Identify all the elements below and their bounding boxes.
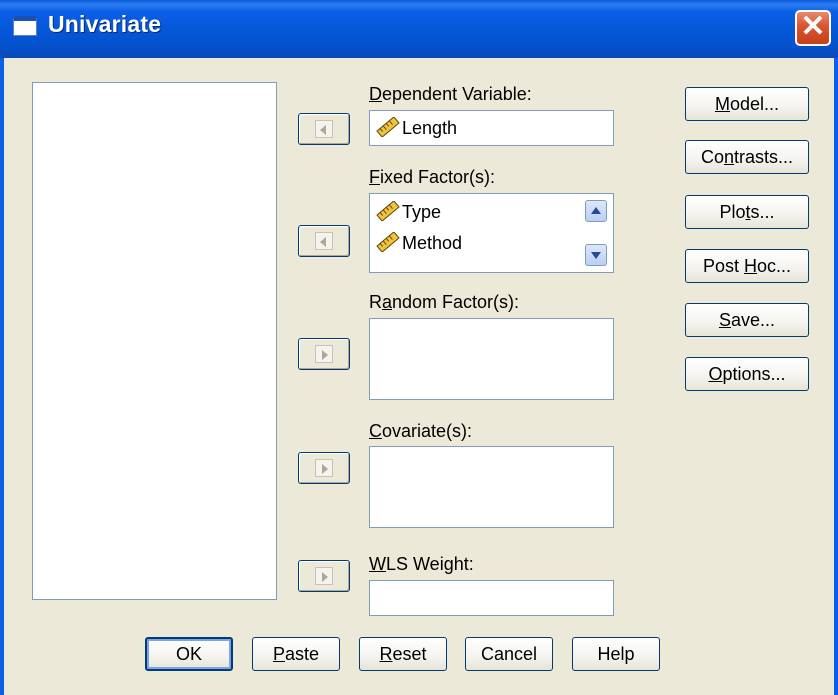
dependent-variable-field[interactable]: Length	[369, 110, 614, 146]
model-button[interactable]: Model...	[685, 87, 809, 121]
covariates-list[interactable]	[369, 446, 614, 528]
reset-button[interactable]: Reset	[359, 637, 447, 671]
source-variable-list[interactable]	[32, 82, 277, 600]
help-button[interactable]: Help	[572, 637, 660, 671]
window-border-left	[0, 58, 4, 695]
univariate-dialog: Univariate ✕ Dependent Variable: Length …	[0, 0, 838, 695]
dependent-variable-label: Dependent Variable:	[369, 84, 532, 104]
arrow-left-icon	[320, 125, 326, 135]
move-covariate-button[interactable]	[298, 452, 350, 484]
fixed-factor-item[interactable]: Method	[376, 232, 462, 254]
plots-button[interactable]: Plots...	[685, 195, 809, 229]
random-factors-list[interactable]	[369, 318, 614, 400]
fixed-factors-list[interactable]: Type Method	[369, 193, 614, 273]
arrow-right-icon	[322, 464, 328, 474]
wls-weight-label: WLS Weight:	[369, 554, 474, 574]
close-button[interactable]: ✕	[795, 10, 831, 46]
ok-button[interactable]: OK	[145, 637, 233, 671]
scale-ruler-icon	[376, 117, 400, 137]
move-dependent-button[interactable]	[298, 113, 350, 145]
paste-button[interactable]: Paste	[252, 637, 340, 671]
move-wls-weight-button[interactable]	[298, 560, 350, 592]
wls-weight-field[interactable]	[369, 580, 614, 616]
arrow-left-icon	[320, 237, 326, 247]
window-title: Univariate	[48, 11, 162, 37]
scroll-up-icon[interactable]	[585, 200, 607, 222]
window-icon	[13, 16, 37, 36]
contrasts-button[interactable]: Contrasts...	[685, 140, 809, 174]
dependent-variable-item[interactable]: Length	[376, 117, 457, 139]
scroll-down-icon[interactable]	[585, 244, 607, 266]
window-border-right	[834, 58, 838, 695]
post-hoc-button[interactable]: Post Hoc...	[685, 249, 809, 283]
move-random-factor-button[interactable]	[298, 338, 350, 370]
covariates-label: Covariate(s):	[369, 421, 473, 441]
title-bar[interactable]: Univariate ✕	[0, 0, 838, 58]
random-factors-label: Random Factor(s):	[369, 292, 520, 312]
move-fixed-factor-button[interactable]	[298, 225, 350, 257]
scale-ruler-icon	[376, 232, 400, 252]
scale-ruler-icon	[376, 201, 400, 221]
save-button[interactable]: Save...	[685, 303, 809, 337]
fixed-factor-item[interactable]: Type	[376, 201, 441, 223]
arrow-right-icon	[322, 572, 328, 582]
options-button[interactable]: Options...	[685, 357, 809, 391]
arrow-right-icon	[322, 350, 328, 360]
fixed-factors-label: Fixed Factor(s):	[369, 167, 496, 187]
cancel-button[interactable]: Cancel	[465, 637, 553, 671]
